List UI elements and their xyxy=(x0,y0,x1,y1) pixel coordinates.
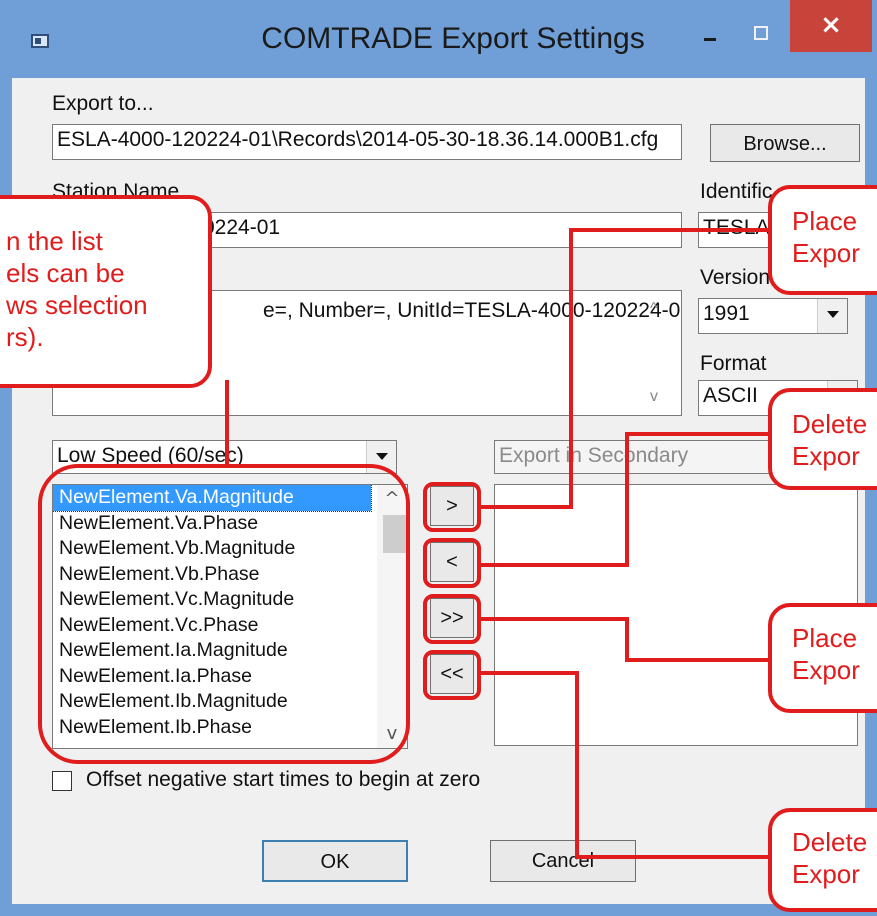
title-bar[interactable]: COMTRADE Export Settings × xyxy=(0,0,877,78)
ok-button[interactable]: OK xyxy=(262,840,408,882)
comments-value: e=, Number=, UnitId=TESLA-4000-120224-01 xyxy=(263,299,682,322)
identification-label: Identific xyxy=(700,180,773,203)
version-label: Version xyxy=(700,266,771,289)
connector-place-one-b xyxy=(569,228,573,509)
chevron-down-icon[interactable] xyxy=(817,299,847,333)
maximize-icon[interactable] xyxy=(748,18,776,52)
connector-delete-all-a xyxy=(481,671,579,675)
comments-scroll-up-icon[interactable]: ^ xyxy=(650,300,658,318)
add-button-highlight xyxy=(423,482,481,532)
channel-list-highlight xyxy=(38,464,410,764)
connector-place-one-a xyxy=(481,505,573,509)
annotation-delete-all-text: Delete Expor xyxy=(792,827,868,889)
connector-list-note xyxy=(225,380,229,468)
minimize-icon[interactable] xyxy=(694,24,724,56)
offset-checkbox-label: Offset negative start times to begin at … xyxy=(86,768,481,791)
connector-delete-all-c xyxy=(575,855,769,859)
version-value: 1991 xyxy=(703,302,750,325)
browse-button[interactable]: Browse... xyxy=(710,124,860,162)
remove-button-highlight xyxy=(423,538,481,588)
remove-all-button-highlight xyxy=(423,650,481,700)
window-title: COMTRADE Export Settings xyxy=(261,22,645,55)
export-path-input[interactable]: ESLA-4000-120224-01\Records\2014-05-30-1… xyxy=(52,124,682,160)
annotation-place-all-text: Place Expor xyxy=(792,623,860,685)
connector-place-all-c xyxy=(625,658,769,662)
connector-delete-one-a xyxy=(481,563,629,567)
connector-place-one-c xyxy=(569,228,769,232)
connector-delete-one-c xyxy=(625,432,769,436)
format-label: Format xyxy=(700,352,767,375)
annotation-place-one-text: Place Expor xyxy=(792,206,860,268)
connector-place-all-b xyxy=(625,617,629,662)
export-to-label: Export to... xyxy=(52,92,154,115)
version-select[interactable]: 1991 xyxy=(698,298,848,334)
cancel-button[interactable]: Cancel xyxy=(490,840,636,882)
connector-place-all-a xyxy=(481,617,629,621)
format-value: ASCII xyxy=(703,384,758,407)
annotation-delete-one-text: Delete Expor xyxy=(792,409,868,471)
secondary-value: Export in Secondary xyxy=(499,444,689,467)
annotation-list-note-text: n the list els can be ws selection rs). xyxy=(6,226,148,352)
dialog-window: COMTRADE Export Settings × Export to... … xyxy=(0,0,877,916)
offset-checkbox[interactable] xyxy=(52,771,72,791)
connector-delete-one-b xyxy=(625,432,629,567)
add-all-button-highlight xyxy=(423,594,481,644)
app-icon xyxy=(31,34,49,48)
close-icon[interactable]: × xyxy=(790,0,872,52)
comments-scroll-down-icon[interactable]: v xyxy=(650,388,658,406)
connector-delete-all-b xyxy=(575,671,579,859)
